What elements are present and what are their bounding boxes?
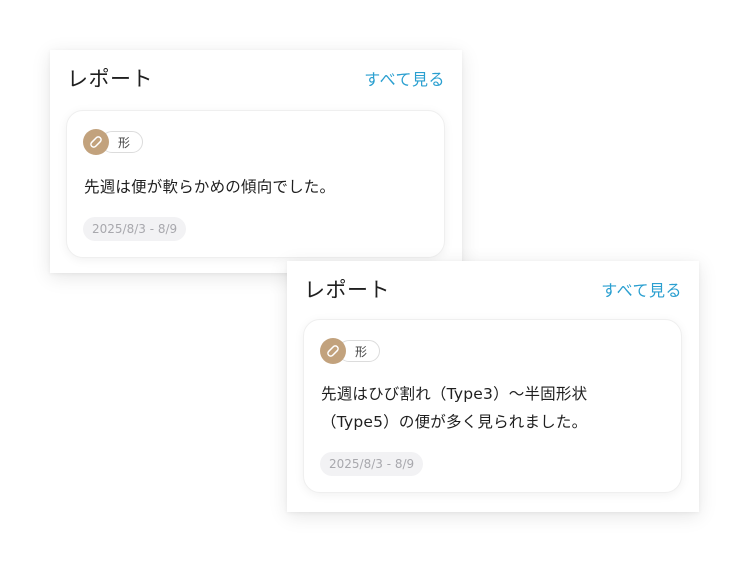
- report-panel: レポート すべて見る 形 先週はひび割れ（Type3）〜半固形状 （Type5）…: [287, 261, 699, 512]
- category-tag: 形: [83, 129, 144, 155]
- see-all-link[interactable]: すべて見る: [364, 66, 445, 90]
- report-card[interactable]: 形 先週は便が軟らかめの傾向でした。 2025/8/3 - 8/9: [66, 110, 445, 258]
- date-range-badge: 2025/8/3 - 8/9: [83, 217, 187, 241]
- bandage-icon: [320, 338, 346, 364]
- report-summary: 先週は便が軟らかめの傾向でした。: [84, 178, 336, 196]
- report-summary-line: （Type5）の便が多く見られました。: [321, 413, 588, 431]
- bandage-icon: [83, 129, 109, 155]
- report-title: レポート: [67, 67, 153, 91]
- report-title: レポート: [304, 278, 390, 302]
- report-summary: 先週はひび割れ（Type3）〜半固形状 （Type5）の便が多く見られました。: [321, 380, 665, 436]
- stage: レポート すべて見る 形 先週は便が軟らかめの傾向でした。 2025/8/3 -…: [0, 0, 750, 563]
- category-tag: 形: [320, 338, 381, 364]
- report-header: レポート すべて見る: [67, 63, 445, 93]
- see-all-link[interactable]: すべて見る: [601, 277, 682, 301]
- report-summary-line: 先週はひび割れ（Type3）〜半固形状: [321, 385, 588, 403]
- date-range-badge: 2025/8/3 - 8/9: [320, 452, 424, 476]
- report-panel: レポート すべて見る 形 先週は便が軟らかめの傾向でした。 2025/8/3 -…: [50, 50, 462, 273]
- report-header: レポート すべて見る: [304, 274, 682, 304]
- report-card[interactable]: 形 先週はひび割れ（Type3）〜半固形状 （Type5）の便が多く見られました…: [303, 319, 682, 493]
